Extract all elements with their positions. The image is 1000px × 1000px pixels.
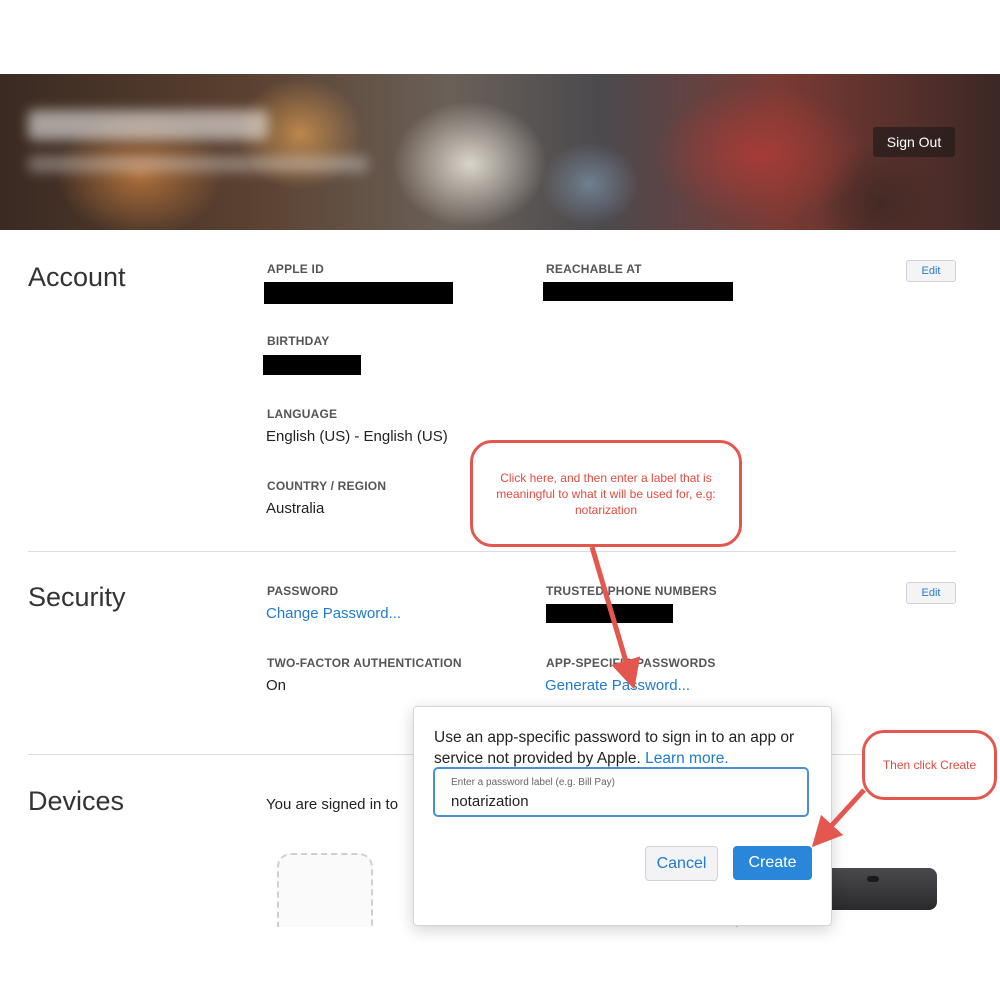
arrow-to-create-button [811,788,866,848]
callout-generate-password: Click here, and then enter a label that … [470,440,742,547]
arrow-to-generate-link [589,546,641,690]
callout-click-create: Then click Create [862,730,997,800]
